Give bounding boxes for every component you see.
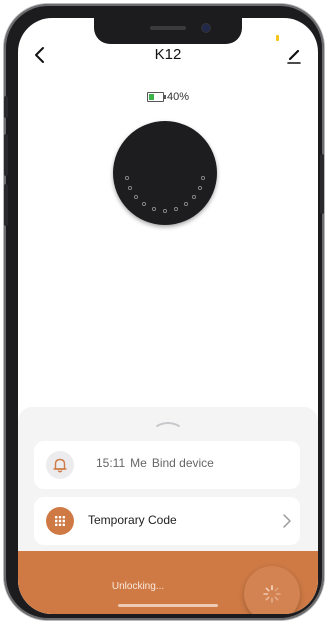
keypad-icon [46, 507, 74, 535]
battery-percentage: 40% [166, 91, 190, 103]
unlock-button[interactable] [244, 566, 300, 614]
log-event: Bind device [151, 456, 214, 470]
battery-level-fill [148, 94, 155, 101]
pencil-icon[interactable] [283, 44, 305, 66]
bell-icon [46, 451, 74, 479]
recent-log-card[interactable]: 15:11 Me Bind device [34, 441, 300, 489]
temporary-code-item[interactable]: Temporary Code [34, 497, 300, 545]
chevron-right-icon [280, 512, 294, 530]
speaker-grille [150, 26, 186, 30]
status-indicator [276, 35, 279, 41]
temporary-code-label: Temporary Code [88, 513, 177, 527]
smart-lock-image [113, 121, 217, 225]
power-button [320, 154, 324, 214]
volume-down-button [4, 184, 8, 226]
home-indicator [118, 604, 218, 607]
spinner-icon [263, 585, 281, 603]
keypad-dots [124, 175, 206, 214]
phone-frame: K12 40% 15:11 Me Bind device Temporary C… [4, 4, 324, 620]
app-screen: K12 40% 15:11 Me Bind device Temporary C… [18, 18, 318, 614]
notch [94, 18, 242, 44]
battery-status: 40% [18, 90, 318, 104]
silent-switch [4, 96, 8, 118]
log-user: Me [130, 456, 147, 470]
volume-up-button [4, 134, 8, 176]
chevron-up-icon[interactable] [154, 415, 182, 427]
log-entry: 15:11 Me Bind device [96, 456, 219, 470]
unlock-status: Unlocking... [111, 581, 165, 592]
page-title: K12 [154, 46, 182, 63]
log-time: 15:11 [96, 456, 126, 470]
front-camera [202, 24, 210, 32]
battery-icon [146, 92, 166, 103]
